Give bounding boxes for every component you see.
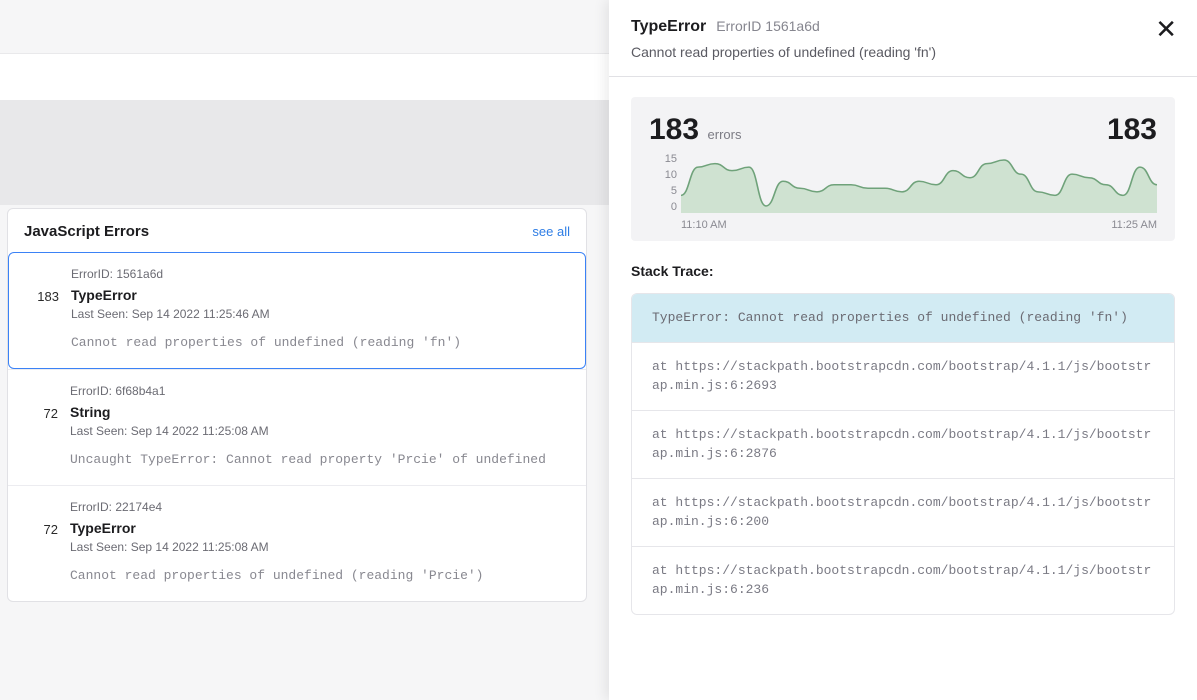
error-info: ErrorID: 22174e4 TypeError Last Seen: Sep … [70, 500, 572, 583]
chart-total-label: errors [708, 127, 742, 142]
see-all-link[interactable]: see all [532, 224, 570, 239]
stack-frame: at https://stackpath.bootstrapcdn.com/bo… [632, 478, 1174, 546]
error-message: Cannot read properties of undefined (rea… [70, 568, 572, 583]
panel-header: JavaScript Errors see all [8, 209, 586, 252]
y-tick: 0 [649, 201, 677, 213]
chart-total: 183 errors [649, 113, 741, 147]
stack-frame: at https://stackpath.bootstrapcdn.com/bo… [632, 546, 1174, 614]
error-id: ErrorID: 1561a6d [71, 267, 571, 281]
error-type: String [70, 404, 572, 420]
error-info: ErrorID: 6f68b4a1 String Last Seen: Sep 14… [70, 384, 572, 467]
chart-area: 15 10 5 0 11:10 AM 11:25 AM [649, 153, 1157, 231]
x-tick: 11:10 AM [681, 219, 727, 231]
error-last-seen: Last Seen: Sep 14 2022 11:25:08 AM [70, 540, 572, 554]
y-tick: 15 [649, 153, 677, 165]
error-list: 183ErrorID: 1561a6d TypeError Last Seen: S… [8, 252, 586, 601]
stack-trace-list: TypeError: Cannot read properties of und… [631, 293, 1175, 615]
x-tick: 11:25 AM [1111, 219, 1157, 231]
error-id: ErrorID: 6f68b4a1 [70, 384, 572, 398]
error-type: TypeError [70, 520, 572, 536]
stack-trace-heading: Stack Trace: [631, 263, 1175, 279]
error-count-chart: 183 errors 183 15 10 5 0 11:10 AM 11:25 AM [631, 97, 1175, 241]
error-count: 183 [23, 267, 71, 350]
chart-right-value: 183 [1107, 113, 1157, 147]
drawer-header: TypeError ErrorID 1561a6d Cannot read pr… [609, 0, 1197, 77]
y-tick: 5 [649, 185, 677, 197]
error-detail-drawer: TypeError ErrorID 1561a6d Cannot read pr… [609, 0, 1197, 700]
drawer-message: Cannot read properties of undefined (rea… [631, 44, 1175, 60]
chart-x-axis: 11:10 AM 11:25 AM [681, 219, 1157, 231]
close-icon[interactable]: ✕ [1155, 16, 1177, 42]
drawer-error-id: ErrorID 1561a6d [716, 18, 820, 34]
chart-total-value: 183 [649, 113, 699, 146]
drawer-body: 183 errors 183 15 10 5 0 11:10 AM 11:25 AM S… [609, 77, 1197, 700]
error-row[interactable]: 72ErrorID: 6f68b4a1 String Last Seen: Sep … [8, 369, 586, 485]
error-info: ErrorID: 1561a6d TypeError Last Seen: Sep … [71, 267, 571, 350]
stack-frame: at https://stackpath.bootstrapcdn.com/bo… [632, 410, 1174, 478]
y-tick: 10 [649, 169, 677, 181]
error-count: 72 [22, 500, 70, 583]
js-errors-panel: JavaScript Errors see all 183ErrorID: 15… [7, 208, 587, 602]
stack-frame: TypeError: Cannot read properties of und… [632, 294, 1174, 342]
error-row[interactable]: 183ErrorID: 1561a6d TypeError Last Seen: S… [8, 252, 586, 369]
chart-svg-wrap [681, 153, 1157, 213]
error-message: Cannot read properties of undefined (rea… [71, 335, 571, 350]
sparkline-svg [681, 153, 1157, 213]
error-message: Uncaught TypeError: Cannot read property… [70, 452, 572, 467]
error-row[interactable]: 72ErrorID: 22174e4 TypeError Last Seen: Se… [8, 485, 586, 601]
panel-title: JavaScript Errors [24, 223, 149, 240]
error-last-seen: Last Seen: Sep 14 2022 11:25:46 AM [71, 307, 571, 321]
error-count: 72 [22, 384, 70, 467]
error-last-seen: Last Seen: Sep 14 2022 11:25:08 AM [70, 424, 572, 438]
error-id: ErrorID: 22174e4 [70, 500, 572, 514]
drawer-title: TypeError [631, 18, 706, 36]
chart-y-axis: 15 10 5 0 [649, 153, 677, 213]
error-type: TypeError [71, 287, 571, 303]
stack-frame: at https://stackpath.bootstrapcdn.com/bo… [632, 342, 1174, 410]
